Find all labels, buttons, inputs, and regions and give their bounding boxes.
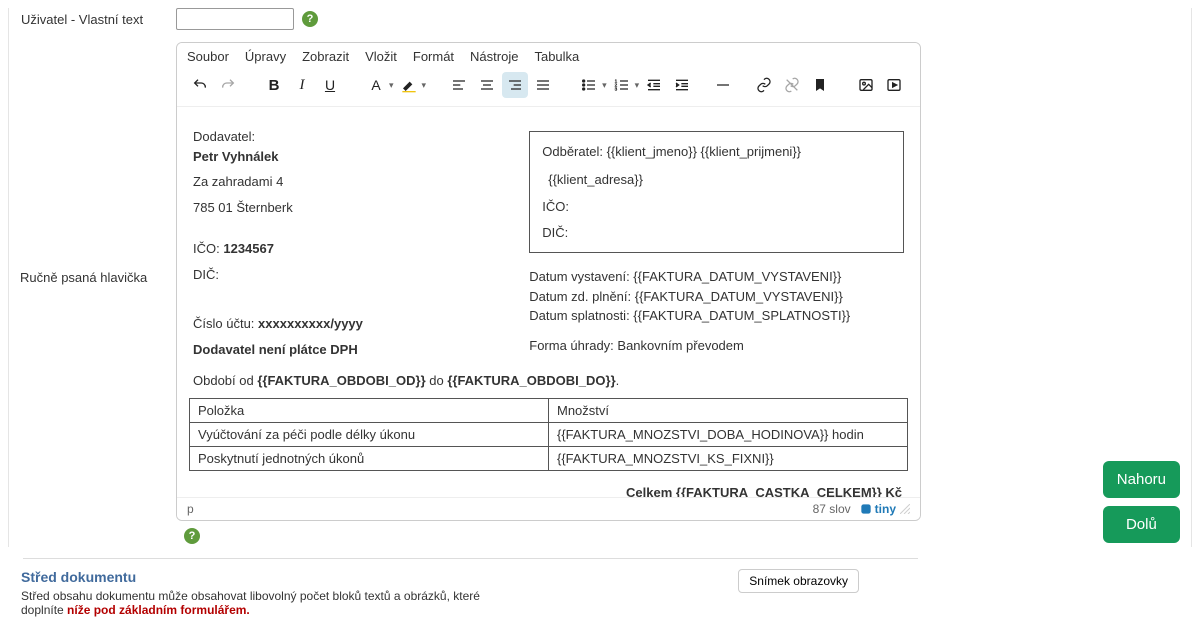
date-due: Datum splatnosti: {{FAKTURA_DATUM_SPLATN… bbox=[529, 306, 904, 326]
supplier-city: 785 01 Šternberk bbox=[193, 198, 509, 218]
number-list-icon[interactable]: 123 bbox=[609, 72, 635, 98]
item-header-1: Položka bbox=[190, 399, 549, 423]
text-color-icon[interactable]: A bbox=[363, 72, 389, 98]
editor-toolbar: B I U A▾ ▾ ▾ 123▾ bbox=[177, 66, 920, 107]
buyer-dic-label: DIČ: bbox=[542, 223, 891, 243]
buyer-box: Odběratel: {{klient_jmeno}} {{klient_pri… bbox=[529, 131, 904, 253]
svg-text:3: 3 bbox=[614, 86, 617, 91]
help-icon[interactable]: ? bbox=[184, 528, 200, 544]
media-icon[interactable] bbox=[881, 72, 907, 98]
buyer-label: Odběratel: bbox=[542, 144, 603, 159]
element-path[interactable]: p bbox=[187, 502, 813, 516]
word-count: 87 slov bbox=[813, 502, 851, 516]
date-tax: Datum zd. plnění: {{FAKTURA_DATUM_VYSTAV… bbox=[529, 287, 904, 307]
item-r1c2: {{FAKTURA_MNOZSTVI_DOBA_HODINOVA}} hodin bbox=[549, 423, 908, 447]
items-table: PoložkaMnožství Vyúčtování za péči podle… bbox=[189, 398, 908, 471]
period-prefix: Období od bbox=[193, 373, 257, 388]
resize-handle-icon[interactable] bbox=[900, 504, 910, 514]
chevron-down-icon[interactable]: ▾ bbox=[635, 80, 640, 91]
section-title: Střed dokumentu bbox=[21, 569, 481, 585]
indent-icon[interactable] bbox=[669, 72, 695, 98]
vat-note: Dodavatel není plátce DPH bbox=[193, 342, 358, 357]
supplier-dic-label: DIČ: bbox=[193, 265, 509, 285]
unlink-icon[interactable] bbox=[779, 72, 805, 98]
align-left-icon[interactable] bbox=[446, 72, 472, 98]
editor-menubar: Soubor Úpravy Zobrazit Vložit Formát Nás… bbox=[177, 43, 920, 66]
italic-icon[interactable]: I bbox=[289, 72, 315, 98]
period-from: {{FAKTURA_OBDOBI_OD}} bbox=[257, 373, 425, 388]
item-r1c1: Vyúčtování za péči podle délky úkonu bbox=[190, 423, 549, 447]
total-line: Celkem {{FAKTURA_CASTKA_CELKEM}} Kč bbox=[183, 475, 914, 497]
screenshot-button[interactable]: Snímek obrazovky bbox=[738, 569, 859, 593]
supplier-ico-label: IČO: bbox=[193, 241, 220, 256]
tiny-brand-text: tiny bbox=[875, 502, 896, 516]
link-icon[interactable] bbox=[751, 72, 777, 98]
item-r2c1: Poskytnutí jednotných úkonů bbox=[190, 447, 549, 471]
outdent-icon[interactable] bbox=[641, 72, 667, 98]
period-suffix: . bbox=[616, 373, 620, 388]
account-value: xxxxxxxxxx/yyyy bbox=[258, 316, 363, 331]
supplier-ico: 1234567 bbox=[223, 241, 274, 256]
chevron-down-icon[interactable]: ▾ bbox=[389, 80, 394, 91]
payment-method: Forma úhrady: Bankovním převodem bbox=[529, 336, 904, 356]
scroll-down-button[interactable]: Dolů bbox=[1103, 506, 1180, 543]
chevron-down-icon[interactable]: ▾ bbox=[422, 80, 427, 91]
menu-tools[interactable]: Nástroje bbox=[470, 49, 518, 64]
supplier-name: Petr Vyhnálek bbox=[193, 149, 279, 164]
bullet-list-icon[interactable] bbox=[576, 72, 602, 98]
item-header-2: Množství bbox=[549, 399, 908, 423]
buyer-name: {{klient_jmeno}} {{klient_prijmeni}} bbox=[607, 144, 801, 159]
section-description: Střed obsahu dokumentu může obsahovat li… bbox=[21, 589, 481, 617]
menu-format[interactable]: Formát bbox=[413, 49, 454, 64]
buyer-ico-label: IČO: bbox=[542, 197, 891, 217]
menu-insert[interactable]: Vložit bbox=[365, 49, 397, 64]
date-issued: Datum vystavení: {{FAKTURA_DATUM_VYSTAVE… bbox=[529, 267, 904, 287]
scroll-up-button[interactable]: Nahoru bbox=[1103, 461, 1180, 498]
horizontal-rule-icon[interactable] bbox=[715, 72, 731, 98]
menu-view[interactable]: Zobrazit bbox=[302, 49, 349, 64]
redo-icon[interactable] bbox=[215, 72, 241, 98]
buyer-address: {{klient_adresa}} bbox=[542, 170, 891, 190]
undo-icon[interactable] bbox=[187, 72, 213, 98]
editor-content[interactable]: Dodavatel: Petr Vyhnálek Za zahradami 4 … bbox=[177, 107, 920, 497]
supplier-label: Dodavatel: bbox=[193, 127, 509, 147]
period-to: {{FAKTURA_OBDOBI_DO}} bbox=[447, 373, 615, 388]
tiny-logo[interactable]: tiny bbox=[859, 502, 896, 516]
help-icon[interactable]: ? bbox=[302, 11, 318, 27]
bold-icon[interactable]: B bbox=[261, 72, 287, 98]
menu-file[interactable]: Soubor bbox=[187, 49, 229, 64]
custom-text-input[interactable] bbox=[176, 8, 294, 30]
period-mid: do bbox=[426, 373, 448, 388]
chevron-down-icon[interactable]: ▾ bbox=[602, 80, 607, 91]
section-desc-b: níže pod základním formulářem. bbox=[67, 603, 250, 617]
rich-text-editor: Soubor Úpravy Zobrazit Vložit Formát Nás… bbox=[176, 42, 921, 521]
align-center-icon[interactable] bbox=[474, 72, 500, 98]
custom-text-label: Uživatel - Vlastní text bbox=[21, 12, 176, 27]
image-icon[interactable] bbox=[853, 72, 879, 98]
highlight-icon[interactable] bbox=[396, 72, 422, 98]
editor-statusbar: p 87 slov tiny bbox=[177, 497, 920, 520]
align-justify-icon[interactable] bbox=[530, 72, 556, 98]
menu-table[interactable]: Tabulka bbox=[534, 49, 579, 64]
period-line: Období od {{FAKTURA_OBDOBI_OD}} do {{FAK… bbox=[183, 367, 914, 394]
align-right-icon[interactable] bbox=[502, 72, 528, 98]
menu-edit[interactable]: Úpravy bbox=[245, 49, 286, 64]
item-r2c2: {{FAKTURA_MNOZSTVI_KS_FIXNI}} bbox=[549, 447, 908, 471]
bookmark-icon[interactable] bbox=[807, 72, 833, 98]
section-divider bbox=[23, 558, 918, 559]
manual-header-label: Ručně psaná hlavička bbox=[20, 270, 147, 285]
account-label: Číslo účtu: bbox=[193, 316, 254, 331]
supplier-street: Za zahradami 4 bbox=[193, 172, 509, 192]
underline-icon[interactable]: U bbox=[317, 72, 343, 98]
